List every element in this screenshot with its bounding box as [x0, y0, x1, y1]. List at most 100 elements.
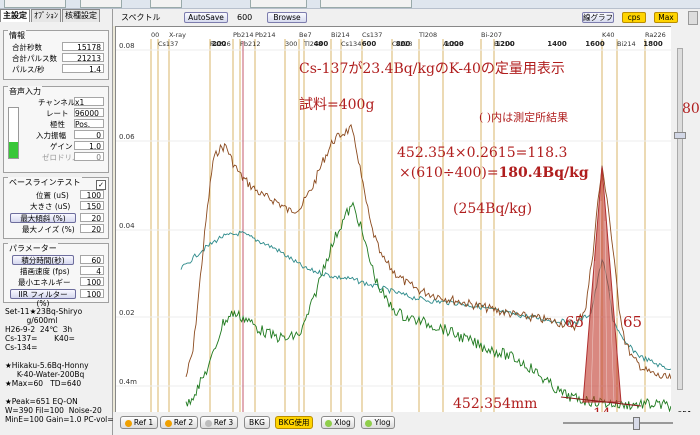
audio-label: ゲイン	[50, 142, 73, 151]
info-label: パルス/秒	[12, 65, 45, 74]
info-value: 1.4	[62, 64, 104, 74]
audio-group: 音声入力 チャンネル x1 レート 96000 極性 Pos. 入力振幅 0 ゲ…	[3, 86, 109, 173]
y-tick-label: 0.02	[119, 309, 135, 317]
spectrum-chart: 00Cs137X-rayRa226Pb214Pb212Pb214300Be7Tl…	[116, 31, 671, 413]
annotation-calc2-result: 180.4Bq/kg	[499, 165, 589, 181]
nuclide-label: Bi214	[331, 31, 350, 39]
nuclide-label: Cs134	[341, 40, 361, 48]
audio-title: 音声入力	[8, 86, 42, 97]
zero-trim-input[interactable]: 0	[74, 152, 104, 162]
spectrum-plot[interactable]: 00 Cs137 X-ray Ra226 Pb214 Pb212 Pb214 300 Be7 Tl…	[115, 26, 672, 414]
nuclide-label: 300	[285, 40, 297, 48]
polarity-select[interactable]: Pos.	[74, 119, 104, 129]
annotation-area: 452.354mm	[453, 396, 537, 412]
ref2-button[interactable]: Ref 2	[160, 416, 198, 429]
top-chip[interactable]	[80, 0, 122, 8]
max-slope-input[interactable]: 20	[80, 213, 104, 223]
spectrum-header: スペクトル AutoSave 600 Browse 線グラフ cps Max	[113, 9, 700, 26]
audio-label: 入力振幅	[36, 131, 66, 140]
top-chip[interactable]	[150, 0, 182, 8]
top-chip[interactable]	[4, 0, 66, 8]
baseline-group: ベースラインテスト ✓ 位置 (uS) 100 大きさ (uS) 150 最大傾…	[3, 177, 109, 239]
nuclide-label: Pb214	[233, 31, 253, 39]
ylog-button[interactable]: Ylog	[361, 416, 395, 429]
rate-select[interactable]: 96000	[74, 108, 104, 118]
params-label: 最小エネルギー	[18, 278, 71, 287]
x-tick-label: 1000	[444, 40, 464, 48]
channel-select[interactable]: x1	[74, 97, 104, 107]
ref1-button[interactable]: Ref 1	[120, 416, 158, 429]
right-80-label: 80	[682, 101, 700, 117]
x-tick-label: 1600	[585, 40, 605, 48]
line-graph-button[interactable]: 線グラフ	[582, 12, 614, 23]
ylog-dot-icon	[365, 419, 373, 427]
nuclide-label: Pb214	[255, 31, 275, 39]
ylog-label: Ylog	[374, 418, 391, 427]
baseline-checkbox[interactable]: ✓	[96, 180, 106, 190]
draw-speed-input[interactable]: 4	[80, 266, 104, 276]
min-energy-input[interactable]: 100	[80, 277, 104, 287]
tab-main-settings[interactable]: 主設定	[0, 9, 30, 22]
level-meter-fill	[9, 142, 18, 158]
max-slope-button[interactable]: 最大傾斜 (%)	[10, 213, 76, 223]
iir-filter-input[interactable]: 100	[80, 289, 104, 299]
level-meter	[8, 107, 19, 159]
right-scale: 80 651 390	[671, 26, 700, 430]
x-tick-label: 1400	[547, 40, 567, 48]
xlog-label: Xlog	[334, 418, 351, 427]
audio-label: チャンネル	[38, 98, 76, 107]
integration-time-input[interactable]: 60	[80, 255, 104, 265]
audio-label: レート	[46, 109, 69, 118]
nuclide-label: X-ray	[169, 31, 186, 39]
info-group: 情報 合計秒数 15178 合計パルス数 21213 パルス/秒 1.4	[3, 30, 109, 80]
horizontal-slider-thumb[interactable]	[633, 417, 640, 430]
memo-notes: Set-11★23Bq-Shiryo g/600ml H26-9-2 24℃ 3…	[5, 307, 119, 424]
nuclide-label: Ra226	[645, 31, 666, 39]
top-chip[interactable]	[250, 0, 307, 8]
autosave-interval[interactable]: 600	[237, 13, 252, 22]
settings-tabs: 主設定 ｵﾌﾟｼｮﾝ 核種設定	[0, 9, 112, 22]
params-label: 描画速度 (fps)	[20, 267, 70, 276]
xlog-button[interactable]: Xlog	[321, 416, 355, 429]
position-input[interactable]: 100	[80, 190, 104, 200]
y-tick-label: 0.04	[119, 222, 135, 230]
baseline-label: 位置 (uS)	[36, 191, 69, 200]
xlog-dot-icon	[325, 419, 333, 427]
vertical-slider-thumb[interactable]	[674, 132, 686, 139]
baseline-label: 最大ノイズ (%)	[22, 225, 75, 234]
x-tick-label: 400	[314, 40, 329, 48]
integration-time-button[interactable]: 積分時間(秒)	[12, 255, 74, 265]
baseline-label: 大きさ (uS)	[30, 202, 71, 211]
iir-filter-button[interactable]: IIR フィルター (%)	[10, 289, 76, 308]
params-title: パラメーター	[8, 243, 58, 254]
tab-options[interactable]: ｵﾌﾟｼｮﾝ	[31, 9, 61, 22]
cps-button[interactable]: cps	[622, 12, 646, 23]
ref2-dot-icon	[164, 419, 172, 427]
size-input[interactable]: 150	[80, 201, 104, 211]
annotation-bracket-note: ( )内は測定所結果	[479, 110, 568, 124]
top-chip[interactable]	[320, 0, 412, 8]
audio-label: 極性	[50, 120, 65, 129]
ref2-label: Ref 2	[173, 418, 194, 427]
info-value: 15178	[62, 42, 104, 52]
y-tick-label: 0.4m	[119, 378, 137, 386]
bkg-button[interactable]: BKG	[244, 416, 270, 429]
tab-nuclide-settings[interactable]: 核種設定	[62, 9, 100, 22]
bkg-use-button[interactable]: BKG使用	[275, 416, 313, 429]
ref3-button[interactable]: Ref 3	[200, 416, 238, 429]
autosave-button[interactable]: AutoSave	[184, 12, 228, 23]
x-tick-label: 600	[362, 40, 377, 48]
scroll-up-icon[interactable]	[688, 11, 698, 25]
gain-input[interactable]: 1.0	[74, 141, 104, 151]
spectrum-label: スペクトル	[121, 13, 161, 22]
max-noise-input[interactable]: 20	[80, 224, 104, 234]
top-strip	[0, 0, 700, 9]
x-tick-label: 800	[396, 40, 411, 48]
params-group: パラメーター 積分時間(秒) 60 描画速度 (fps) 4 最小エネルギー 1…	[3, 243, 109, 308]
y-tick-label: 0.08	[119, 42, 135, 50]
annotation-calc2: ×(610÷400)=180.4Bq/kg	[399, 165, 589, 181]
horizontal-slider-track[interactable]	[563, 422, 673, 424]
vertical-slider-track[interactable]	[677, 48, 683, 390]
browse-button[interactable]: Browse	[267, 12, 307, 23]
max-button[interactable]: Max	[654, 12, 678, 23]
